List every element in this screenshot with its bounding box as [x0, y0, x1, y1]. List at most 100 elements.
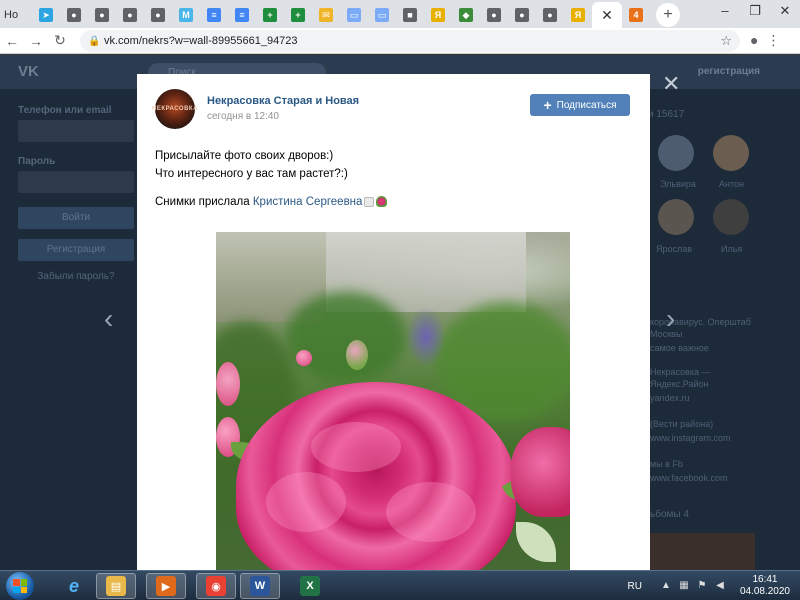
link-title[interactable]: Некрасовка —	[650, 367, 710, 377]
browser-tab[interactable]: ●	[88, 2, 116, 28]
vk-page: VK Поиск регистрация Телефон или email П…	[0, 55, 800, 570]
word-taskbar-button[interactable]: W	[240, 573, 280, 599]
moysklad-icon: M	[179, 8, 193, 22]
browser-tab[interactable]: ➤	[32, 2, 60, 28]
camera-icon: ■	[403, 8, 417, 22]
post-text-line: Присылайте фото своих дворов:)	[155, 150, 334, 162]
close-icon[interactable]: ✕	[662, 71, 680, 97]
browser-tab[interactable]: ≡	[200, 2, 228, 28]
browser-tab[interactable]: ●	[536, 2, 564, 28]
browser-tab[interactable]: +	[256, 2, 284, 28]
clock[interactable]: 16:41 04.08.2020	[740, 574, 790, 598]
browser-tab[interactable]: ◆	[452, 2, 480, 28]
file-icon: ▭	[375, 8, 389, 22]
maximize-button[interactable]: ❐	[740, 0, 770, 24]
excel-taskbar-button[interactable]: X	[290, 573, 330, 599]
globe-icon: ●	[151, 8, 165, 22]
chrome-taskbar-button[interactable]: ◉	[196, 573, 236, 599]
browser-tab[interactable]: ▭	[368, 2, 396, 28]
albums-label[interactable]: ьбомы 4	[650, 509, 689, 520]
globe-icon: ●	[487, 8, 501, 22]
browser-tab[interactable]: +	[284, 2, 312, 28]
start-button[interactable]	[6, 572, 34, 600]
register-button[interactable]: Регистрация	[18, 239, 134, 261]
profile-icon[interactable]: ●	[750, 32, 758, 49]
globe-icon: ●	[123, 8, 137, 22]
browser-tab[interactable]: Я	[424, 2, 452, 28]
avatar[interactable]	[713, 135, 749, 171]
active-tab[interactable]: ✕	[592, 2, 622, 28]
bookmark-star-icon[interactable]: ☆	[720, 33, 732, 49]
menu-dots-icon[interactable]: ⋮	[766, 32, 780, 49]
link-sub: Яндекс.Район	[650, 379, 709, 389]
group-name[interactable]: Некрасовка Старая и Новая	[207, 95, 359, 107]
ie-taskbar-button[interactable]: e	[54, 573, 94, 599]
globe-icon: ●	[95, 8, 109, 22]
member-name[interactable]: Эльвира	[660, 179, 696, 189]
browser-tab[interactable]: Я	[564, 2, 592, 28]
member-name[interactable]: Антон	[719, 179, 744, 189]
language-indicator[interactable]: RU	[627, 581, 641, 592]
browser-tab[interactable]: ●	[508, 2, 536, 28]
url-text: vk.com/nekrs?w=wall-89955661_94723	[104, 34, 298, 47]
explorer-taskbar-button[interactable]: ▤	[96, 573, 136, 599]
photo-rosebud	[346, 340, 368, 370]
member-name[interactable]: Илья	[721, 244, 742, 254]
photo-rose-petal	[266, 472, 346, 532]
prev-arrow-icon[interactable]: ‹	[104, 303, 113, 335]
browser-tab[interactable]: M	[172, 2, 200, 28]
photo-rose	[511, 427, 570, 517]
flag-icon[interactable]: ⚑	[696, 580, 708, 592]
volume-icon[interactable]: ◀	[714, 580, 726, 592]
post-photo[interactable]	[216, 232, 570, 570]
browser-tab[interactable]: ✉	[312, 2, 340, 28]
windows-taskbar: e ▤ ▶ ◉ W X RU ▲ ▦ ⚑ ◀ 16:41 04.08.2020	[0, 570, 800, 600]
photo-rosebud	[296, 350, 312, 366]
back-arrow-icon[interactable]: ←	[0, 33, 24, 49]
group-avatar[interactable]: НЕКРАСОВКА	[152, 89, 197, 129]
album-thumbnail[interactable]	[643, 533, 755, 570]
phone-input[interactable]	[18, 120, 134, 142]
albums-count: 4	[683, 509, 689, 520]
browser-tab[interactable]: ▭	[340, 2, 368, 28]
link-title[interactable]: (Вести района)	[650, 419, 713, 429]
members-count: и 15617	[648, 109, 685, 120]
tab-first[interactable]: Но	[0, 2, 32, 28]
login-button[interactable]: Войти	[18, 207, 134, 229]
browser-tab[interactable]: ●	[116, 2, 144, 28]
media-taskbar-button[interactable]: ▶	[146, 573, 186, 599]
photo-rose-petal	[386, 482, 476, 542]
browser-tab[interactable]: ■	[396, 2, 424, 28]
subscribe-button[interactable]: + Подписаться	[530, 94, 630, 116]
forward-arrow-icon[interactable]: →	[24, 33, 48, 49]
address-bar[interactable]: 🔒 vk.com/nekrs?w=wall-89955661_94723 ☆	[80, 29, 740, 52]
browser-tab[interactable]: ●	[144, 2, 172, 28]
mail-icon: ✉	[319, 8, 333, 22]
forgot-password-link[interactable]: Забыли пароль?	[18, 271, 134, 282]
tray-arrow-icon[interactable]: ▲	[660, 580, 672, 592]
member-name[interactable]: Ярослав	[656, 244, 692, 254]
credit-author-link[interactable]: Кристина Сергеевна	[253, 196, 363, 208]
browser-tab[interactable]: ●	[60, 2, 88, 28]
minimize-button[interactable]: –	[710, 0, 740, 24]
vk-logo[interactable]: VK	[18, 63, 39, 80]
password-input[interactable]	[18, 171, 134, 193]
link-title[interactable]: мы в Fb	[650, 459, 683, 469]
network-icon[interactable]: ▦	[678, 580, 690, 592]
camera-emoji-icon	[364, 196, 375, 207]
close-tab-icon[interactable]: ✕	[601, 7, 613, 24]
post-time[interactable]: сегодня в 12:40	[207, 111, 279, 122]
new-tab-button[interactable]: +	[656, 3, 680, 27]
browser-tab[interactable]: 4	[622, 2, 650, 28]
docs-icon: ≡	[207, 8, 221, 22]
avatar[interactable]	[658, 135, 694, 171]
close-window-button[interactable]: ✕	[770, 0, 800, 24]
browser-tab[interactable]: ≡	[228, 2, 256, 28]
browser-tab[interactable]: ●	[480, 2, 508, 28]
reload-icon[interactable]: ↻	[48, 32, 72, 49]
next-arrow-icon[interactable]: ›	[666, 303, 675, 335]
header-register-link[interactable]: регистрация	[698, 66, 760, 77]
avatar[interactable]	[658, 199, 694, 235]
avatar[interactable]	[713, 199, 749, 235]
media-player-icon: ▶	[156, 576, 176, 596]
